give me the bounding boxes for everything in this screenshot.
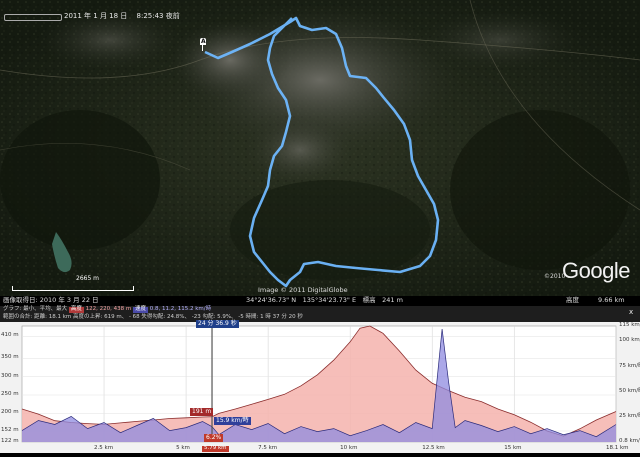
map-imagery <box>0 0 640 296</box>
scale-label: 2665 m <box>76 275 100 282</box>
satellite-map[interactable]: 2011 年 1 月 18 日 8:25:43 夜前 A 2665 m Imag… <box>0 0 640 296</box>
waypoint-label: A <box>201 38 206 45</box>
x-tick-label: 2.5 km <box>94 445 114 451</box>
left-tick-label: 250 m <box>1 391 19 397</box>
x-tick-label: 5 km <box>176 445 190 451</box>
elevation-profile-chart[interactable]: 2.5 km 5 km 5.79 km 7.5 km 10 km 12.5 km 15 km… <box>0 320 640 453</box>
altitude-value: 9.66 km <box>598 296 625 304</box>
map-date-stamp: 2011 年 1 月 18 日 8:25:43 夜前 <box>64 12 180 20</box>
cursor-time-label: 24 分 36.9 秒 <box>196 320 239 328</box>
left-tick-label: 410 m <box>1 332 19 339</box>
cursor-grade-label: 6.2% <box>204 434 224 442</box>
right-tick-label: 100 km/時 <box>619 337 640 344</box>
scale-bar <box>12 286 134 291</box>
waypoint-marker[interactable]: A <box>198 38 208 51</box>
status-bar: 画像取得日: 2010 年 3 月 22 日 34°24'36.73" N 13… <box>0 296 640 306</box>
elevation-profile-header: グラフ: 最小、平均、最大 高度 122, 220, 438 m 速度 0.8,… <box>0 306 640 322</box>
x-tick-label: 10 km <box>340 445 358 451</box>
graph-stats-prefix: グラフ: 最小、平均、最大 <box>3 306 68 312</box>
speed-values: 0.8, 11.2, 115.2 km/時 <box>149 306 212 312</box>
right-tick-label: 50 km/時 <box>619 388 640 395</box>
altitude-label: 高度 <box>566 296 579 304</box>
left-tick-label: 300 m <box>1 372 19 379</box>
speed-label[interactable]: 速度 <box>132 306 148 313</box>
cursor-elevation-label: 191 m <box>190 407 214 416</box>
cursor-speed-label: 15.9 km/時 <box>214 416 251 425</box>
google-logo: Google <box>562 258 630 283</box>
left-tick-label: 200 m <box>1 409 19 416</box>
profile-svg[interactable] <box>0 322 640 453</box>
elevation-label[interactable]: 高度 <box>68 306 84 313</box>
left-tick-label: 152 m <box>1 426 19 433</box>
capture-date: 画像取得日: 2010 年 3 月 22 日 <box>3 296 99 304</box>
right-tick-label: 75 km/時 <box>619 362 640 369</box>
close-profile-icon[interactable]: x <box>629 309 633 316</box>
coordinate-readout: 34°24'36.73" N 135°34'23.73" E 標高 241 m <box>246 296 403 304</box>
x-tick-label: 18.1 km <box>606 445 629 451</box>
left-tick-label: 350 m <box>1 354 19 361</box>
left-tick-label: 122 m <box>1 438 19 444</box>
x-tick-label: 7.5 km <box>258 445 278 451</box>
time-slider[interactable] <box>4 14 62 21</box>
profile-summary-line: グラフ: 最小、平均、最大 高度 122, 220, 438 m 速度 0.8,… <box>3 306 212 313</box>
imagery-copyright: Image © 2011 DigitalGlobe <box>258 286 348 294</box>
right-tick-label: 0.8 km/時 <box>619 438 640 444</box>
elevation-values: 122, 220, 438 m <box>85 306 132 312</box>
x-tick-label: 5.79 km <box>202 445 229 452</box>
range-summary: 範囲の合計: 距離: 18.1 km 高度の上昇: 619 m、 - 68 失得… <box>3 314 303 320</box>
x-tick-label: 15 km <box>504 445 522 451</box>
x-tick-label: 12.5 km <box>422 445 445 451</box>
right-tick-label: 115 km/時 <box>619 322 640 328</box>
right-tick-label: 25 km/時 <box>619 413 640 420</box>
